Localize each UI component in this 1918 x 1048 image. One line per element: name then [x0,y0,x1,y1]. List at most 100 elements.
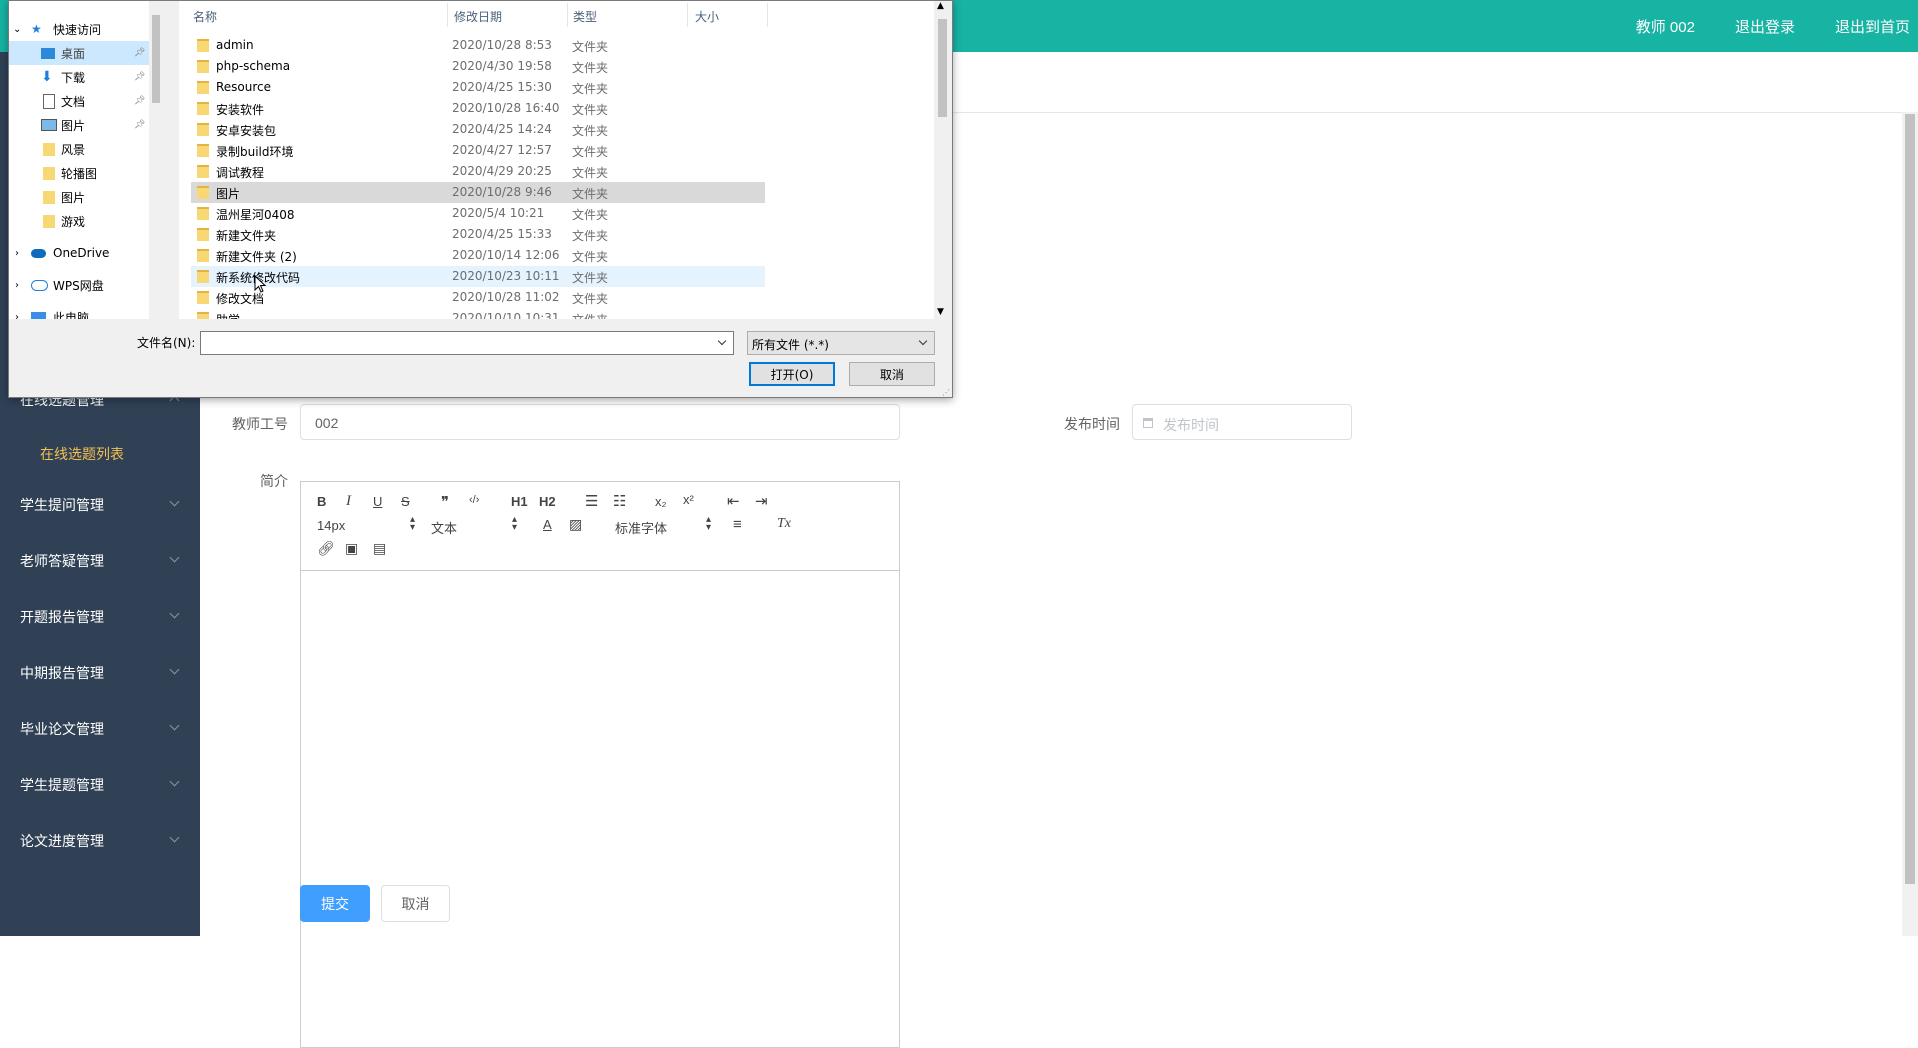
nav-item-downloads[interactable]: ⬇ 下载 📌︎ [9,65,154,89]
font-size-select[interactable]: 14px ▴ ▾ [317,515,415,534]
align-icon[interactable]: ≡ [733,516,742,533]
file-row[interactable]: 助学 2020/10/10 10:31 文件夹 [191,308,765,319]
file-row[interactable]: 温州星河0408 2020/5/4 10:21 文件夹 [191,203,765,224]
sidebar-item-midterm-report[interactable]: 中期报告管理 [0,653,200,693]
sidebar-item-teacher-answer[interactable]: 老师答疑管理 [0,541,200,581]
dialog-cancel-button[interactable]: 取消 [849,362,935,386]
nav-item-pictures[interactable]: 图片 📌︎ [9,113,154,137]
teacher-id-input[interactable]: 002 [300,404,900,440]
column-size[interactable]: 大小 [695,8,719,25]
file-type: 文件夹 [572,250,609,264]
outdent-icon[interactable]: ⇤ [727,492,740,510]
file-row[interactable]: 安装软件 2020/10/28 16:40 文件夹 [191,98,765,119]
block-type-select[interactable]: 文本 ▴ ▾ [431,515,517,537]
submit-button[interactable]: 提交 [300,885,370,922]
expand-chevron-icon[interactable]: ⌄ [13,24,21,35]
cancel-button[interactable]: 取消 [381,885,450,922]
chevron-down-icon[interactable] [717,336,727,346]
page-scrollbar[interactable] [1902,112,1918,936]
expand-chevron-icon[interactable]: › [15,312,19,320]
file-row[interactable]: 新建文件夹 2020/4/25 15:33 文件夹 [191,224,765,245]
publish-time-placeholder: 发布时间 [1163,417,1219,433]
clear-format-button[interactable]: Tx [777,516,791,532]
link-icon[interactable]: 🔗︎ [317,540,335,557]
scroll-up-icon[interactable]: ▲ [937,1,944,11]
h2-button[interactable]: H2 [539,494,556,509]
scrollbar-thumb[interactable] [1905,114,1915,884]
logout-link[interactable]: 退出登录 [1735,16,1795,37]
font-family-value: 标准字体 [615,521,668,536]
file-row[interactable]: 新建文件夹 (2) 2020/10/14 12:06 文件夹 [191,245,765,266]
home-link[interactable]: 退出到首页 [1835,16,1910,37]
nav-onedrive-label: OneDrive [53,246,110,260]
font-family-select[interactable]: 标准字体 ▴ ▾ [615,515,711,537]
code-button[interactable]: ‹/› [469,494,479,506]
sidebar-item-progress[interactable]: 论文进度管理 [0,821,200,861]
superscript-button[interactable]: x² [683,492,694,507]
file-row[interactable]: php-schema 2020/4/30 19:58 文件夹 [191,56,765,77]
strike-button[interactable]: S [401,494,410,509]
file-row[interactable]: 录制build环境 2020/4/27 12:57 文件夹 [191,140,765,161]
italic-button[interactable]: I [346,493,351,510]
filename-input[interactable] [200,331,734,355]
sidebar-item-thesis[interactable]: 毕业论文管理 [0,709,200,749]
nav-item-desktop[interactable]: 桌面 📌︎ [9,41,154,65]
subscript-button[interactable]: x₂ [655,494,667,509]
nav-quick-access[interactable]: ⌄ ★ 快速访问 [9,17,154,41]
background-color-icon[interactable]: ▨ [569,516,582,533]
open-button[interactable]: 打开(O) [749,362,835,386]
sidebar-item-student-question[interactable]: 学生提问管理 [0,485,200,525]
ordered-list-icon[interactable]: ☰ [585,492,598,510]
nav-item-folder[interactable]: 游戏 [9,209,154,233]
scroll-down-icon[interactable]: ▼ [937,307,944,317]
sidebar-item-student-topic[interactable]: 学生提题管理 [0,765,200,805]
column-date[interactable]: 修改日期 [454,8,502,25]
file-row[interactable]: 安卓安装包 2020/4/25 14:24 文件夹 [191,119,765,140]
chevron-down-icon [169,776,180,787]
file-list-scrollbar[interactable]: ▲ ▼ [934,1,951,319]
column-type[interactable]: 类型 [573,8,597,25]
underline-button[interactable]: U [373,494,382,509]
resize-grip-icon[interactable]: ⋰ [942,388,950,397]
sidebar-subitem-topic-list[interactable]: 在线选题列表 [40,444,124,464]
video-icon[interactable]: ▤ [373,540,386,557]
nav-item-folder[interactable]: 轮播图 [9,161,154,185]
expand-chevron-icon[interactable]: › [15,248,19,259]
bullet-list-icon[interactable]: ☷ [613,492,626,510]
file-row[interactable]: 修改文档 2020/10/28 11:02 文件夹 [191,287,765,308]
mouse-cursor-icon [254,275,266,293]
h1-button[interactable]: H1 [511,494,528,509]
nav-onedrive[interactable]: › OneDrive [9,241,154,265]
nav-item-folder[interactable]: 风景 [9,137,154,161]
file-type-select[interactable]: 所有文件 (*.*) [747,331,935,355]
bold-button[interactable]: B [317,494,326,509]
file-row[interactable]: 图片 2020/10/28 9:46 文件夹 [191,182,765,203]
nav-item-folder[interactable]: 图片 [9,185,154,209]
folder-icon [43,166,55,180]
nav-item-label: 游戏 [61,214,86,229]
scrollbar-thumb[interactable] [152,15,160,103]
scrollbar-thumb[interactable] [938,19,947,117]
image-icon[interactable]: ▣ [345,540,358,557]
file-row[interactable]: 调试教程 2020/4/29 20:25 文件夹 [191,161,765,182]
nav-item-documents[interactable]: 文档 📌︎ [9,89,154,113]
folder-icon [197,228,209,241]
file-row[interactable]: admin 2020/10/28 8:53 文件夹 [191,35,765,56]
file-row[interactable]: Resource 2020/4/25 15:30 文件夹 [191,77,765,98]
column-name[interactable]: 名称 [193,8,217,25]
nav-wps[interactable]: › WPS网盘 [9,273,154,297]
nav-item-label: 图片 [61,118,86,133]
expand-chevron-icon[interactable]: › [15,280,19,291]
folder-icon [197,165,209,178]
indent-icon[interactable]: ⇥ [755,492,768,510]
publish-time-picker[interactable]: 发布时间 [1132,404,1352,440]
file-name: 新建文件夹 (2) [216,250,297,264]
file-name: 图片 [216,187,241,201]
sidebar-item-opening-report[interactable]: 开题报告管理 [0,597,200,637]
file-row[interactable]: 新系统修改代码 2020/10/23 10:11 文件夹 [191,266,765,287]
user-name[interactable]: 教师 002 [1636,16,1695,37]
font-color-button[interactable]: A [543,517,552,532]
blockquote-button[interactable]: ❞ [441,493,449,511]
nav-this-pc[interactable]: › 此电脑 [9,305,154,319]
nav-scrollbar[interactable] [149,1,163,319]
